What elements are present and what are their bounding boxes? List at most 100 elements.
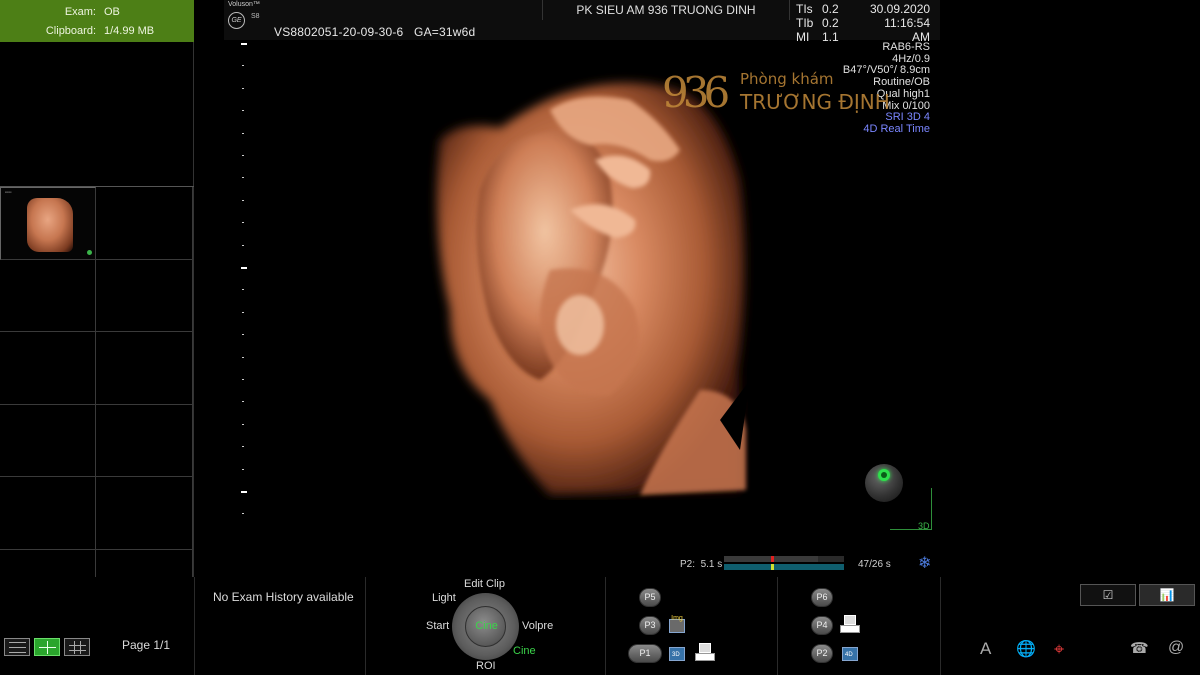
cine-preset: P2: bbox=[680, 559, 696, 570]
volpre-label[interactable]: Volpre bbox=[522, 620, 553, 632]
text-annotation-icon[interactable]: A bbox=[980, 639, 991, 659]
cine-label: P2: 5.1 s bbox=[680, 559, 722, 570]
thumbnail-slot[interactable] bbox=[0, 332, 96, 405]
cine-progress-bar[interactable] bbox=[724, 556, 844, 572]
bottom-control-panel: No Exam History available Page 1/1 Edit … bbox=[0, 577, 1200, 675]
freeze-snowflake-icon[interactable]: ❄ bbox=[918, 553, 931, 573]
save-4d-icon[interactable]: 4D bbox=[840, 643, 860, 663]
probe-name: RAB6-RS bbox=[882, 41, 930, 53]
clinic-watermark-number: 936 bbox=[662, 68, 730, 117]
thumbnail-slot[interactable] bbox=[96, 187, 193, 260]
start-label[interactable]: Start bbox=[426, 620, 449, 632]
at-icon[interactable]: @ bbox=[1168, 639, 1184, 657]
p4-button[interactable]: P4 bbox=[811, 616, 833, 635]
depth-tick bbox=[242, 423, 244, 425]
trackball-center[interactable]: Cine bbox=[465, 606, 506, 647]
image-store-icon[interactable]: Img bbox=[667, 615, 687, 635]
depth-tick-major bbox=[241, 43, 247, 45]
grid-line bbox=[39, 647, 56, 648]
thumbnail-status-dot bbox=[87, 250, 92, 255]
depth-scale bbox=[240, 40, 250, 520]
depth-tick bbox=[242, 311, 244, 313]
cursor-icon[interactable]: ⌖ bbox=[1054, 639, 1064, 660]
grid-line bbox=[9, 647, 26, 648]
depth-tick bbox=[242, 356, 244, 358]
divider bbox=[194, 577, 195, 675]
thumbnail-slot[interactable] bbox=[0, 477, 96, 550]
trackball-control[interactable]: Cine bbox=[452, 593, 519, 660]
date: 30.09.2020 bbox=[870, 2, 931, 16]
exam-history-status: No Exam History available bbox=[213, 590, 354, 604]
divider bbox=[605, 577, 606, 675]
printer-icon[interactable] bbox=[695, 643, 715, 663]
thumbnail-slot[interactable] bbox=[0, 404, 96, 478]
thumbnail-slot[interactable] bbox=[96, 259, 193, 333]
depth-tick bbox=[242, 177, 244, 179]
depth-tick bbox=[242, 199, 244, 201]
tib-value: 0.2 bbox=[822, 16, 839, 30]
cine-frame-count: 47/26 s bbox=[858, 559, 891, 570]
printer-paper bbox=[844, 615, 856, 625]
thumbnail-slot[interactable] bbox=[96, 332, 193, 405]
depth-tick bbox=[242, 446, 244, 448]
tis-value: 0.2 bbox=[822, 2, 839, 16]
chart-tab-button[interactable]: 📊 bbox=[1139, 584, 1195, 606]
gestational-age: GA=31w6d bbox=[414, 25, 476, 39]
grid-line bbox=[9, 652, 26, 653]
patient-id-value: VS8802051-20-09-30-6 bbox=[274, 25, 404, 39]
clinic-watermark-line2: TRƯƠNG ĐỊNH bbox=[740, 90, 890, 114]
depth-tick bbox=[242, 65, 244, 67]
brand-label: Voluson™ bbox=[228, 1, 260, 8]
depth-tick bbox=[242, 379, 244, 380]
layout-1x2-button[interactable] bbox=[4, 638, 30, 656]
globe-icon[interactable]: 🌐 bbox=[1016, 639, 1036, 659]
phone-icon[interactable]: ☎ bbox=[1130, 639, 1149, 657]
thumbnail-slot[interactable] bbox=[0, 259, 96, 333]
thumbnail-1[interactable]: ▪▪▪▪▪▪ bbox=[0, 187, 96, 260]
edit-clip-label[interactable]: Edit Clip bbox=[464, 578, 505, 590]
thumbnail-grid: ▪▪▪▪▪▪ bbox=[0, 187, 194, 623]
mi-label: MI bbox=[796, 30, 810, 44]
depth-tick bbox=[242, 132, 244, 134]
printer-paper bbox=[699, 643, 711, 653]
divider bbox=[365, 577, 366, 675]
report-tab-button[interactable]: ☑ bbox=[1080, 584, 1136, 606]
p5-button[interactable]: P5 bbox=[639, 588, 661, 607]
printer-tray bbox=[695, 653, 715, 661]
clipboard-value: 1/4.99 MB bbox=[104, 25, 155, 37]
layout-2x2-button[interactable] bbox=[34, 638, 60, 656]
divider bbox=[940, 577, 941, 675]
depth-tick bbox=[242, 244, 244, 246]
save-3d-icon[interactable]: 3D bbox=[667, 643, 687, 663]
light-label[interactable]: Light bbox=[432, 592, 456, 604]
printer-icon[interactable] bbox=[840, 615, 860, 635]
grid-line bbox=[69, 650, 86, 651]
fetal-3d-render bbox=[436, 82, 750, 495]
disk-tag-4d: 4D bbox=[845, 652, 853, 658]
param-line: 4D Real Time bbox=[863, 122, 930, 135]
p2-button[interactable]: P2 bbox=[811, 644, 833, 663]
printer-tray bbox=[840, 625, 860, 633]
roi-label[interactable]: ROI bbox=[476, 660, 496, 672]
p3-button[interactable]: P3 bbox=[639, 616, 661, 635]
thumbnail-slot[interactable] bbox=[96, 404, 193, 478]
p6-button[interactable]: P6 bbox=[811, 588, 833, 607]
depth-tick bbox=[242, 401, 244, 403]
thumbnail-slot[interactable] bbox=[96, 477, 193, 550]
depth-tick bbox=[242, 334, 244, 336]
cine-position-marker[interactable] bbox=[771, 556, 774, 562]
orientation-marker-icon bbox=[878, 469, 890, 481]
depth-tick bbox=[242, 155, 244, 156]
thumbnail-header: ▪▪▪▪▪▪ bbox=[5, 190, 12, 194]
patient-id: VS8802051-20-09-30-6 GA=31w6d bbox=[274, 25, 475, 39]
cine-track-top bbox=[724, 556, 844, 562]
clinic-name: PK SIEU AM 936 TRUONG DINH bbox=[542, 0, 790, 20]
cine-mode-label[interactable]: Cine bbox=[513, 645, 536, 657]
depth-tick bbox=[242, 468, 244, 470]
layout-3x3-button[interactable] bbox=[64, 638, 90, 656]
clipboard-panel: Exam: OB Clipboard: 1/4.99 MB ▪▪▪▪▪▪ bbox=[0, 0, 194, 625]
ge-logo-icon: GE bbox=[228, 12, 245, 29]
p1-button[interactable]: P1 bbox=[628, 644, 662, 663]
cine-position-marker-bottom[interactable] bbox=[771, 564, 774, 570]
time: 11:16:54 AM bbox=[884, 16, 930, 44]
